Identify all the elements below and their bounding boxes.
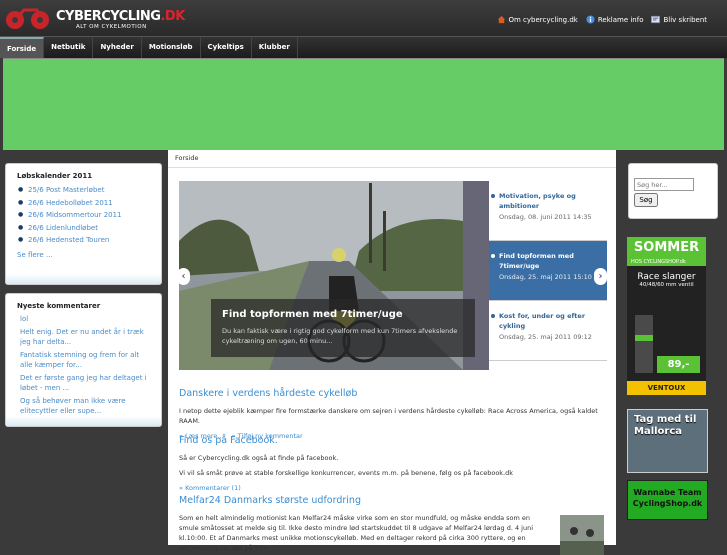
banner-ad[interactable] [3,58,724,150]
ad-info-link[interactable]: Reklame info [586,15,643,24]
left-sidebar: Løbskalender 2011 25/6 Post Masterløbet … [5,163,162,435]
main-nav: Forside Netbutik Nyheder Motionsløb Cyke… [0,36,727,58]
chevron-right-icon[interactable]: › [594,268,607,285]
content-area: Løbskalender 2011 25/6 Post Masterløbet … [0,150,727,555]
calendar-item[interactable]: 26/6 Hedensted Touren [18,234,161,247]
article-text: Så er Cybercycling.dk også at finde på f… [179,454,339,462]
article-thumbnail[interactable] [560,515,604,555]
logo-tagline: ALT OM CYKELMOTION [76,24,147,30]
nav-klubber[interactable]: Klubber [252,37,298,58]
search-button[interactable]: Søg [634,193,658,207]
home-icon [497,15,505,24]
bullet-icon [491,194,495,198]
slide-tab-title: Kost for, under og efter cykling [499,312,586,330]
top-bar: CYBERCYCLING.DK ALT OM CYKELMOTION Om cy… [0,0,727,36]
calendar-item[interactable]: 25/6 Post Masterløbet [18,184,161,197]
search-input[interactable] [634,178,694,191]
box-footer [6,274,161,284]
comment-item[interactable]: Det er første gang jeg har deltaget i lø… [6,373,161,393]
article: Danskere i verdens hårdeste cykelløb I n… [179,388,607,440]
comment-item[interactable]: Helt enig. Det er nu andet år i træk jeg… [6,327,161,347]
latest-comments-box: Nyeste kommentarer lol Helt enig. Det er… [5,293,162,427]
featured-slider: Find topformen med 7timer/uge Du kan fak… [177,181,607,370]
logo-title: CYBERCYCLING.DK [56,9,185,24]
comment-icon: » [179,484,183,492]
slide-tabs: Motivation, psyke og ambitioner Onsdag, … [489,181,607,370]
ad-shop: HOS CYCLINGSHOP.dk [627,259,706,266]
team-ad[interactable]: Wannabe Team CyclingShop.dk [627,480,708,520]
top-links: Om cybercycling.dk Reklame info Bliv skr… [497,15,707,24]
article: Melfar24 Danmarks største udfordring Som… [179,495,607,555]
calendar-title: Løbskalender 2011 [17,172,93,180]
slide-tab-title: Find topformen med 7timer/uge [499,252,574,270]
nav-motionslob[interactable]: Motionsløb [142,37,201,58]
article: Find os på Facebook. Så er Cybercycling.… [179,435,607,492]
see-more-link[interactable]: Se flere ... [6,247,161,271]
ad-brand: VENTOUX [627,381,706,395]
slide-tab-date: Onsdag, 25. maj 2011 09:12 [499,333,592,341]
article-text: Vi vil så småt prøve at stable forskelli… [179,469,514,477]
comment-item[interactable]: Og så behøver man ikke være elitecyttler… [6,396,161,416]
about-link[interactable]: Om cybercycling.dk [497,15,578,24]
nav-nyheder[interactable]: Nyheder [93,37,142,58]
search-box: Søg [628,163,718,219]
bike-logo-icon [6,8,49,29]
mallorca-ad[interactable]: Tag med til Mallorca [627,409,708,473]
ad-headline: SOMMER [627,237,706,259]
site-logo[interactable]: CYBERCYCLING.DK ALT OM CYKELMOTION [4,4,185,32]
bullet-icon [491,254,495,258]
slide-text: Du kan faktisk være i rigtig god cykelfo… [222,327,458,345]
calendar-item[interactable]: 26/6 Lidenlundløbet [18,222,161,235]
article-title[interactable]: Melfar24 Danmarks største udfordring [179,495,607,506]
race-calendar-box: Løbskalender 2011 25/6 Post Masterløbet … [5,163,162,285]
article-title[interactable]: Find os på Facebook. [179,435,607,446]
ad-price: 89,- [657,356,700,373]
ad-product: Race slanger [637,272,696,282]
slide-title[interactable]: Find topformen med 7timer/uge [211,299,475,320]
comment-item[interactable]: Fantatisk stemning og frem for alt alle … [6,350,161,370]
race-tubes-ad[interactable]: SOMMER HOS CYCLINGSHOP.dk Race slanger 4… [627,237,706,395]
nav-forside[interactable]: Forside [0,37,45,58]
slide-tab[interactable]: Kost for, under og efter cykling Onsdag,… [489,301,607,361]
main-content: Forside Find topformen med 7timer/uge Du… [168,150,616,555]
box-footer [6,416,161,426]
tube-box-icon [635,315,653,373]
become-writer-link[interactable]: Bliv skribent [651,15,707,24]
calendar-item[interactable]: 26/6 Midsommertour 2011 [18,209,161,222]
slide-tab-date: Onsdag, 08. juni 2011 14:35 [499,213,592,221]
article-text: Som en helt almindelig motionist kan Mel… [179,514,534,552]
article-text: I netop dette ejeblik kæmper fire formst… [179,407,598,425]
slide-tab-title: Motivation, psyke og ambitioner [499,192,576,210]
ad-spec: 40/48/60 mm ventil [639,282,694,288]
article-links: » Kommentarer (1) [179,484,607,492]
breadcrumb: Forside [168,150,616,168]
slide-caption: Find topformen med 7timer/uge Du kan fak… [211,299,475,357]
comment-item[interactable]: lol [6,314,161,324]
chevron-left-icon[interactable]: ‹ [177,268,190,285]
info-icon [586,15,595,24]
slide-tab-date: Onsdag, 25. maj 2011 15:10 [499,273,592,281]
ad-text: Tag med til Mallorca [634,414,697,437]
article-title[interactable]: Danskere i verdens hårdeste cykelløb [179,388,607,399]
writer-icon [651,15,661,24]
nav-netbutik[interactable]: Netbutik [44,37,94,58]
comments-link[interactable]: » Kommentarer (1) [179,484,241,492]
nav-cykeltips[interactable]: Cykeltips [201,37,252,58]
bullet-icon [491,314,495,318]
comments-title: Nyeste kommentarer [17,302,101,310]
ad-text: Wannabe Team CyclingShop.dk [632,488,703,508]
calendar-item[interactable]: 26/6 Hedebolløbet 2011 [18,197,161,210]
slide-tab[interactable]: Motivation, psyke og ambitioner Onsdag, … [489,181,607,241]
slide-tab[interactable]: Find topformen med 7timer/uge Onsdag, 25… [489,241,607,301]
